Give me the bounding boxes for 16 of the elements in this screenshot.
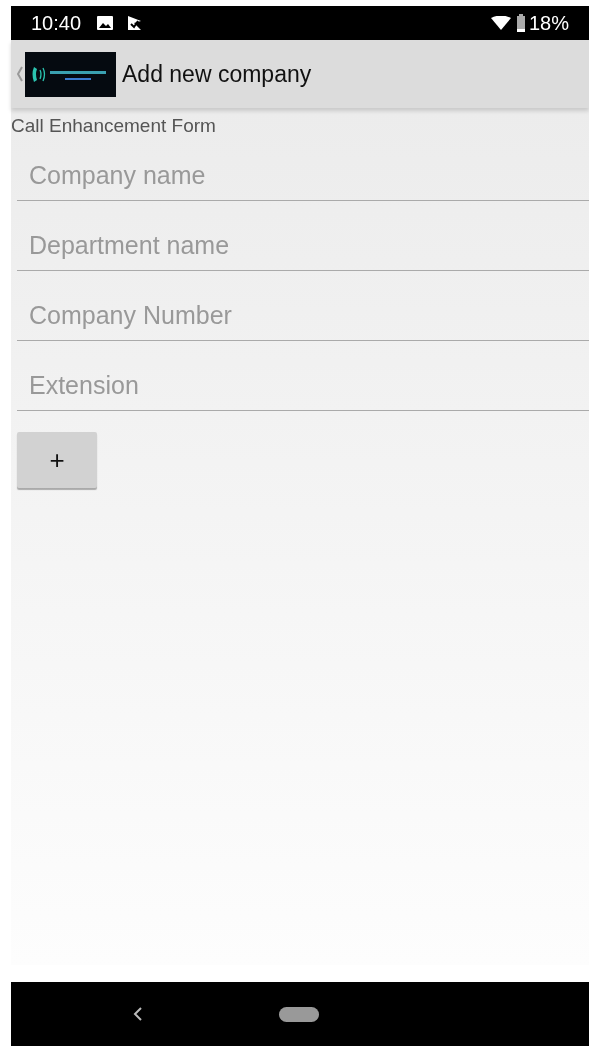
toolbar-title: Add new company — [122, 59, 312, 89]
battery-icon — [516, 14, 525, 32]
form-heading: Call Enhancement Form — [11, 114, 217, 138]
text-field[interactable]: Company name — [17, 150, 589, 201]
home-pill[interactable] — [279, 1006, 319, 1022]
back-icon[interactable] — [133, 1006, 143, 1022]
wifi-icon — [490, 16, 511, 30]
text-field[interactable]: Extension — [17, 360, 589, 411]
image-icon — [97, 16, 114, 30]
text-field[interactable]: Department name — [17, 220, 589, 271]
status-time: 10:40 — [31, 11, 82, 36]
add-button[interactable]: + — [17, 432, 97, 488]
battery-percent: 18% — [528, 11, 569, 36]
flag-icon — [127, 15, 143, 31]
logo-icon — [25, 51, 116, 97]
text-field[interactable]: Company Number — [17, 290, 589, 341]
